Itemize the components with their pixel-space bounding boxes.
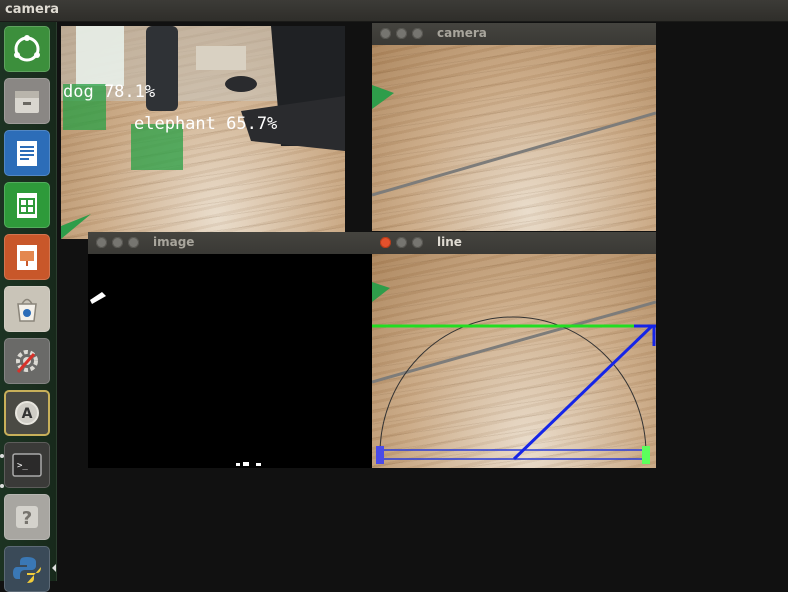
impress-icon <box>17 245 37 270</box>
maximize-icon[interactable] <box>128 237 139 248</box>
dog-detection-label: dog 78.1% <box>63 82 156 102</box>
top-panel: camera <box>0 0 788 22</box>
launcher-item-impress[interactable] <box>4 234 50 280</box>
launcher-running-pip <box>0 454 4 458</box>
launcher-focused-arrow <box>52 564 56 572</box>
line-window-title: line <box>437 235 462 249</box>
svg-text:?: ? <box>22 508 32 529</box>
image-window[interactable]: image <box>88 232 372 468</box>
python-icon <box>13 557 41 583</box>
line-window[interactable]: line <box>372 232 656 468</box>
camera-titlebar[interactable]: camera <box>372 23 656 45</box>
launcher-running-pip <box>0 484 4 488</box>
wire-scene-icon <box>372 85 656 197</box>
svg-text:>_: >_ <box>17 461 28 471</box>
detection-window[interactable]: dog 78.1% elephant 65.7% <box>61 26 345 239</box>
launcher-item-system-settings[interactable] <box>4 338 50 384</box>
launcher-item-files[interactable] <box>4 78 50 124</box>
maximize-icon[interactable] <box>412 28 423 39</box>
system-settings-icon <box>16 350 38 373</box>
launcher-item-software-center[interactable] <box>4 286 50 332</box>
ubuntu-dash-icon <box>14 35 40 62</box>
line-detection-frame <box>372 254 656 468</box>
camera-window-title: camera <box>437 26 487 40</box>
software-updater-icon: A <box>15 401 39 425</box>
minimize-icon[interactable] <box>396 28 407 39</box>
launcher-item-dash[interactable] <box>4 26 50 72</box>
close-icon[interactable] <box>96 237 107 248</box>
launcher-item-python[interactable] <box>4 546 50 592</box>
image-titlebar[interactable]: image <box>88 232 372 254</box>
close-icon[interactable] <box>380 237 391 248</box>
svg-text:A: A <box>22 406 33 422</box>
camera-window[interactable]: camera <box>372 23 656 231</box>
launcher-item-terminal[interactable]: >_ <box>4 442 50 488</box>
detection-camera-frame: dog 78.1% elephant 65.7% <box>61 26 345 239</box>
minimize-icon[interactable] <box>112 237 123 248</box>
close-icon[interactable] <box>380 28 391 39</box>
camera-frame <box>372 45 656 231</box>
help-icon: ? <box>16 506 38 529</box>
launcher-item-calc[interactable] <box>4 182 50 228</box>
launcher-item-help[interactable]: ? <box>4 494 50 540</box>
launcher-item-writer[interactable] <box>4 130 50 176</box>
image-window-title: image <box>153 235 195 249</box>
writer-icon <box>17 141 37 166</box>
terminal-icon: >_ <box>12 453 42 477</box>
line-titlebar[interactable]: line <box>372 232 656 254</box>
line-overlay-icon <box>372 282 656 464</box>
minimize-icon[interactable] <box>396 237 407 248</box>
binary-mask-frame <box>88 254 372 468</box>
software-center-icon <box>17 298 37 322</box>
calc-icon <box>17 193 37 218</box>
launcher-item-software-updater[interactable]: A <box>4 390 50 436</box>
launcher: A >_ ? <box>0 22 57 592</box>
mask-blob-icon <box>90 292 261 466</box>
files-icon <box>15 91 39 113</box>
maximize-icon[interactable] <box>412 237 423 248</box>
active-app-title: camera <box>5 2 60 17</box>
elephant-detection-label: elephant 65.7% <box>134 114 278 134</box>
